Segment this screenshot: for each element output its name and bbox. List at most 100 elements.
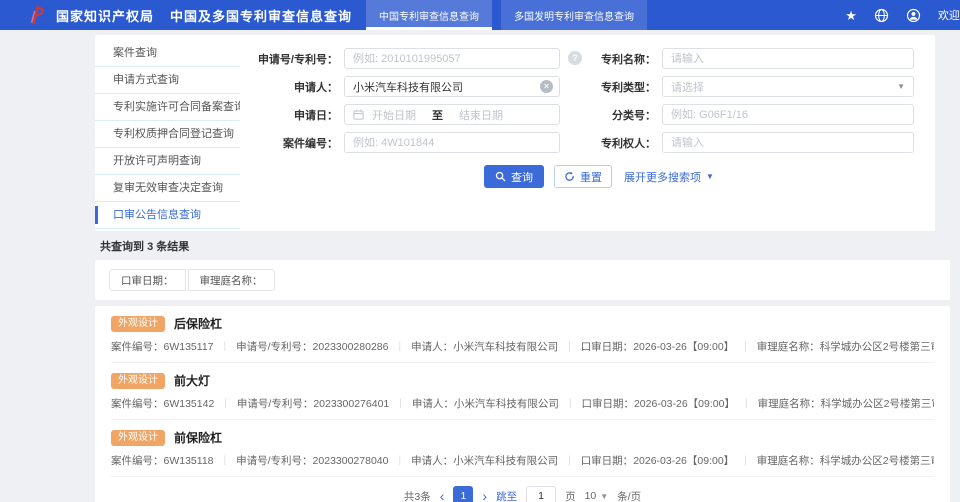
sidebar-item-license-contract-filing-query[interactable]: 专利实施许可合同备案查询 [95,94,240,121]
chevron-down-icon: ▼ [897,82,905,91]
applicant-value: 小米汽车科技有限公司 [453,398,559,410]
filter-court-name[interactable]: 审理庭名称： [187,269,275,291]
prev-page-button[interactable]: ‹ [440,489,445,502]
results-summary: 共查询到 3 条结果 [100,238,960,254]
help-question-icon[interactable]: ? [568,51,582,65]
reset-button[interactable]: 重置 [554,165,612,188]
search-button-label: 查询 [511,171,533,184]
divider: | [398,455,402,466]
court-name-value: 科学城办公区2号楼第三审理庭（仅现场审理） [819,341,934,353]
next-page-button[interactable]: › [482,489,487,502]
form-buttons-row: 查询 重置 展开更多搜索项 ▼ [484,165,935,188]
start-date-placeholder[interactable]: 开始日期 [372,107,416,123]
oral-hearing-date-value: 2026-03-26【09:00】 [633,455,735,467]
clear-input-icon[interactable]: ✕ [540,80,553,93]
sidebar-item-open-license-declaration-query[interactable]: 开放许可声明查询 [95,148,240,175]
case-number-label: 案件编号： [283,137,338,150]
case-number-value: 6W135117 [163,340,214,353]
application-number-field-wrap: ? [344,48,582,69]
application-number-input[interactable] [344,48,560,69]
sidebar-item-application-method-query[interactable]: 申请方式查询 [95,67,240,94]
favorite-star-icon[interactable]: ★ [845,9,857,22]
sidebar: 案件查询 申请方式查询 专利实施许可合同备案查询 专利权质押合同登记查询 开放许… [95,35,240,231]
classification-number-input[interactable] [662,104,914,125]
oral-hearing-date-label: 口审日期： [581,398,634,410]
chevron-down-icon: ▼ [706,172,714,181]
tab-multi-country-patent-query[interactable]: 多国发明专利审查信息查询 [501,0,648,30]
applicant-value: 小米汽车科技有限公司 [453,341,559,353]
result-details: 案件编号： 6W135142 | 申请号/专利号： 2023300276401 … [111,396,934,411]
divider: | [398,341,402,352]
jump-to-page-input[interactable] [526,486,557,502]
application-date-range-picker[interactable]: 开始日期 至 结束日期 [344,104,560,125]
patent-title[interactable]: 后保险杠 [174,315,222,332]
expand-more-label: 展开更多搜索项 [624,171,701,184]
summary-prefix: 共查询到 [100,241,144,253]
patent-type-value: 请选择 [671,81,704,94]
top-header: 国家知识产权局 中国及多国专利审查信息查询 中国专利审查信息查询 多国发明专利审… [0,0,960,30]
patent-type-badge: 外观设计 [111,315,165,332]
patentee-field-wrap [662,132,914,153]
page-unit-label: 页 [565,490,576,502]
applicant-label: 申请人： [411,455,454,467]
result-item: 外观设计 前大灯 案件编号： 6W135142 | 申请号/专利号： 20233… [111,363,934,420]
search-icon [495,171,506,182]
application-number-label: 申请号/专利号： [236,341,313,353]
pagination-total: 共3条 [403,490,431,502]
jump-to-label: 跳至 [496,490,518,502]
sidebar-item-pledge-contract-registration-query[interactable]: 专利权质押合同登记查询 [95,121,240,148]
patent-type-badge: 外观设计 [111,372,165,389]
result-details: 案件编号： 6W135118 | 申请号/专利号： 2023300278040 … [111,453,934,468]
results-filter-bar: 口审日期： 审理庭名称： [95,260,950,300]
divider: | [399,398,402,409]
divider: | [223,341,227,352]
sidebar-item-case-query[interactable]: 案件查询 [95,40,240,67]
case-number-field-wrap [344,132,560,153]
reset-button-label: 重置 [580,171,602,184]
summary-count: 3 [147,241,154,253]
patent-type-label: 专利类型： [601,81,656,94]
divider: | [568,398,572,409]
page-number-current[interactable]: 1 [453,486,474,502]
classification-number-label: 分类号： [612,109,656,122]
filter-oral-hearing-date[interactable]: 口审日期： [109,269,186,291]
patentee-input[interactable] [662,132,914,153]
application-number-value: 2023300278040 [312,454,389,467]
sidebar-item-reexam-invalidation-decision-query[interactable]: 复审无效审查决定查询 [95,175,240,202]
divider: | [568,455,571,466]
court-name-value: 科学城办公区2号楼第三审理庭（仅现场审理） [820,398,934,410]
patent-name-input[interactable] [662,48,914,69]
results-list: 外观设计 后保险杠 案件编号： 6W135117 | 申请号/专利号： 2023… [95,306,950,502]
applicant-label: 申请人： [411,341,454,353]
org-name: 国家知识产权局 [56,8,155,24]
application-number-label: 申请号/专利号： [257,53,338,66]
chevron-down-icon: ▼ [600,491,609,501]
page-size-select[interactable]: 10 ▼ [585,490,609,502]
tab-china-patent-query[interactable]: 中国专利审查信息查询 [366,0,493,30]
case-number-label: 案件编号： [111,341,164,353]
court-name-label: 审理庭名称： [757,398,821,410]
case-number-input[interactable] [344,132,560,153]
applicant-input[interactable] [344,76,560,97]
patent-title[interactable]: 前大灯 [174,372,210,389]
application-number-value: 2023300276401 [313,397,390,410]
header-actions: ★ 欢迎您, [845,7,960,23]
divider: | [223,455,227,466]
patent-title[interactable]: 前保险杠 [174,429,222,446]
expand-more-search-link[interactable]: 展开更多搜索项 ▼ [624,169,714,185]
patent-type-select[interactable]: 请选择 ▼ [662,76,914,97]
court-name-label: 审理庭名称： [756,455,820,467]
end-date-placeholder[interactable]: 结束日期 [459,107,503,123]
globe-icon[interactable] [874,8,889,23]
sidebar-item-oral-hearing-announcement-query[interactable]: 口审公告信息查询 [95,202,240,229]
oral-hearing-date-value: 2026-03-26【09:00】 [633,341,735,353]
search-button[interactable]: 查询 [484,165,544,188]
applicant-value: 小米汽车科技有限公司 [453,455,559,467]
divider: | [744,341,747,352]
search-form: 申请号/专利号： ? 专利名称： 申请人： ✕ 专利类型： 请选择 ▼ 申请日： [240,35,935,231]
calendar-icon [353,109,364,120]
case-number-value: 6W135142 [163,397,215,410]
result-details: 案件编号： 6W135117 | 申请号/专利号： 2023300280286 … [111,339,934,354]
user-account-icon[interactable] [906,8,921,23]
refresh-icon [565,171,574,181]
